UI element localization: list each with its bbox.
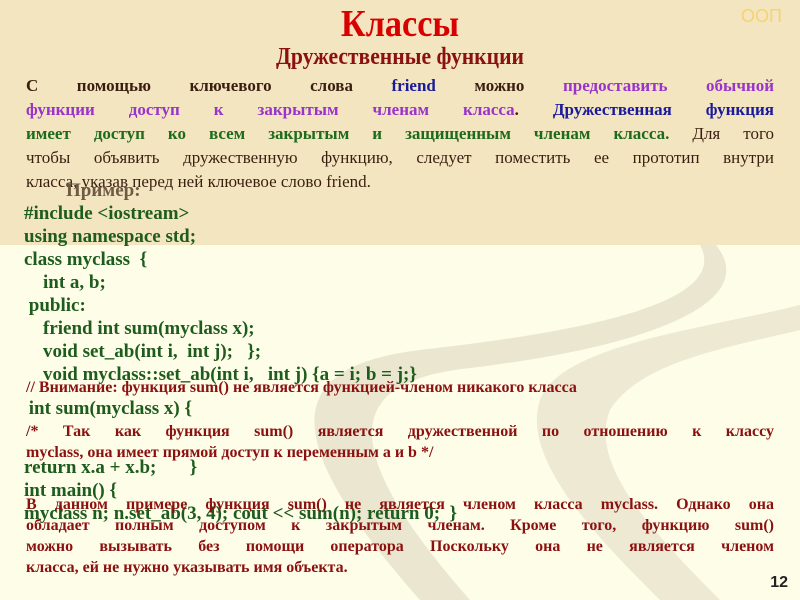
note-line: класса, ей не нужно указывать имя объект… [26, 559, 348, 576]
code-block-1: #include <iostream> using namespace std;… [24, 202, 417, 386]
slide-title: Классы [340, 3, 460, 45]
intro-text: . [514, 100, 553, 119]
intro-line-3: имеет доступ ко всем закрытым и защищенн… [26, 122, 774, 146]
code-line: using namespace std; [24, 226, 197, 247]
intro-paragraph: С помощью ключевого слова friend можно п… [26, 74, 774, 194]
intro-highlight: предоставить обычной [562, 76, 774, 95]
comment-line: /* Так как функция sum() является дружес… [26, 423, 774, 440]
page-number: 12 [770, 574, 788, 591]
code-line: void set_ab(int i, int j); }; [24, 341, 262, 362]
code-line: #include <iostream> [24, 203, 190, 224]
code-line: friend int sum(myclass x); [24, 318, 255, 339]
explanation-note: В данном примере функция sum() не являет… [26, 494, 774, 578]
intro-highlight: функции доступ к закрытым членам класса [26, 100, 515, 119]
note-line: обладает полным доступом к закрытым член… [26, 517, 774, 534]
corner-label: ООП [741, 6, 782, 26]
keyword-friend: friend [391, 76, 436, 95]
example-label: Пример: [66, 180, 141, 201]
code-line: class myclass { [24, 249, 148, 270]
intro-line-4: чтобы объявить дружественную функцию, сл… [26, 148, 774, 167]
code-line-sum: int sum(myclass x) { [24, 397, 192, 420]
code-line: return x.a + x.b; } [24, 457, 198, 478]
code-line: int a, b; [24, 272, 106, 293]
intro-text: С помощью ключевого слова [26, 76, 392, 95]
intro-line-1: С помощью ключевого слова friend можно п… [26, 74, 774, 98]
intro-text: можно [435, 76, 563, 95]
note-line: В данном примере функция sum() не являет… [26, 496, 774, 513]
code-line: int sum(myclass x) { [24, 398, 192, 419]
code-line: public: [24, 295, 86, 316]
intro-line-2: функции доступ к закрытым членам класса.… [26, 98, 774, 122]
slide: Классы Дружественные функции ООП С помощ… [0, 0, 800, 600]
intro-green-text: имеет доступ ко всем закрытым и защищенн… [26, 124, 693, 143]
slide-subtitle: Дружественные функции [276, 44, 524, 70]
note-line: можно вызывать без помощи оператора Поск… [26, 538, 774, 555]
intro-term: Дружественная функция [552, 100, 774, 119]
code-comment-1: // Внимание: функция sum() не является ф… [26, 379, 577, 396]
intro-text: Для того [692, 124, 774, 143]
